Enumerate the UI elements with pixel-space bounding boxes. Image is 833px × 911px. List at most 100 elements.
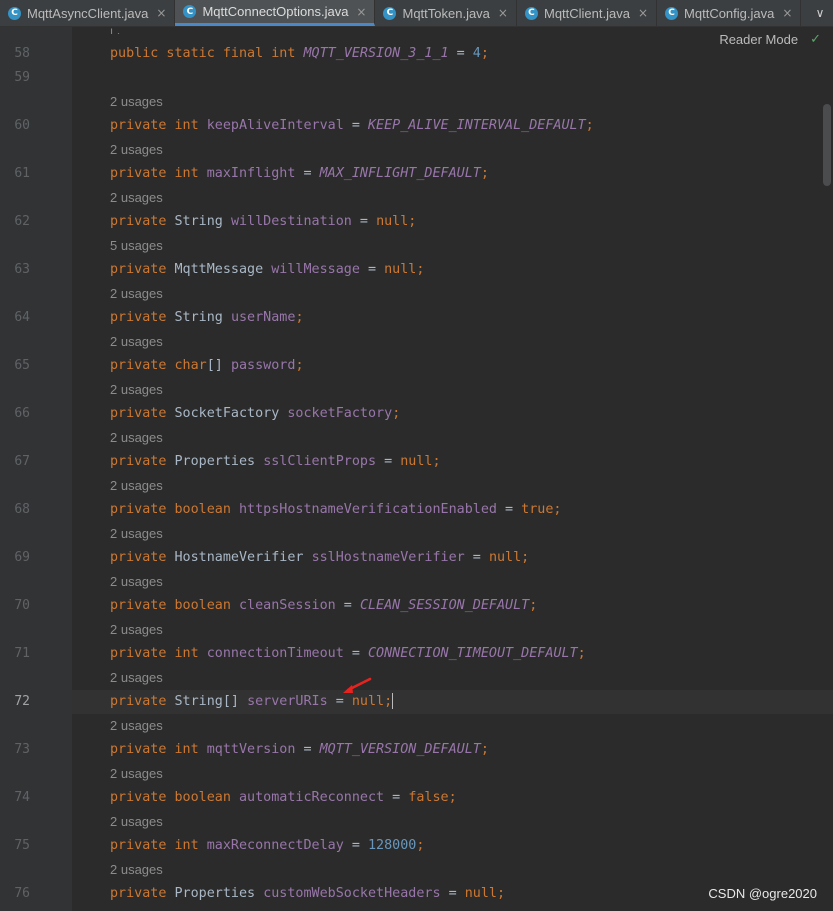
close-icon[interactable]: ×	[638, 6, 648, 20]
code-line[interactable]: private int maxReconnectDelay = 128000;	[110, 836, 424, 856]
line-number: 60	[14, 118, 30, 133]
code-line[interactable]: private HostnameVerifier sslHostnameVeri…	[110, 548, 529, 568]
code-line[interactable]: private int mqttVersion = MQTT_VERSION_D…	[110, 740, 489, 760]
code-line[interactable]: private char[] password;	[110, 356, 304, 376]
tab-mqttconfig[interactable]: C MqttConfig.java ×	[657, 0, 802, 26]
usages-hint[interactable]: 2 usages	[110, 668, 163, 688]
line-number: 62	[14, 214, 30, 229]
code-line[interactable]: private boolean httpsHostnameVerificatio…	[110, 500, 561, 520]
code-token: true;	[521, 502, 562, 517]
tab-mqttconnectoptions[interactable]: C MqttConnectOptions.java ×	[175, 0, 376, 26]
code-line[interactable]: private String willDestination = null;	[110, 212, 416, 232]
usages-hint[interactable]: 2 usages	[110, 572, 163, 592]
line-number: 65	[14, 358, 30, 373]
code-token: =	[295, 166, 320, 181]
code-token: =	[496, 502, 522, 517]
code-token: MAX_INFLIGHT_DEFAULT	[319, 166, 481, 181]
code-token: private char	[110, 358, 207, 373]
code-token: private int	[110, 742, 207, 757]
tab-label: MqttClient.java	[543, 5, 630, 21]
code-line[interactable]: private boolean cleanSession = CLEAN_SES…	[110, 596, 537, 616]
code-token: String	[174, 214, 231, 229]
code-token: private	[110, 694, 175, 709]
code-token: 4	[472, 46, 481, 61]
editor-tab-bar: C MqttAsyncClient.java × C MqttConnectOption…	[0, 0, 833, 27]
code-token: =	[343, 838, 368, 853]
check-icon: ✓	[810, 32, 821, 47]
close-icon[interactable]: ×	[782, 6, 792, 20]
code-token: sslHostnameVerifier	[311, 550, 465, 565]
code-line[interactable]: private int maxInflight = MAX_INFLIGHT_D…	[110, 164, 489, 184]
close-icon[interactable]: ×	[356, 5, 366, 19]
code-token: ;	[480, 46, 489, 61]
tab-mqttclient[interactable]: C MqttClient.java ×	[517, 0, 658, 26]
usages-hint[interactable]: 2 usages	[110, 860, 163, 880]
code-token: private	[110, 262, 175, 277]
tab-label: MqttAsyncClient.java	[27, 5, 149, 21]
usages-hint[interactable]: 2 usages	[110, 380, 163, 400]
vertical-scrollbar-thumb[interactable]	[823, 104, 831, 186]
usages-hint[interactable]: 2 usages	[110, 188, 163, 208]
code-token: userName	[230, 310, 296, 325]
code-token: automaticReconnect	[239, 790, 385, 805]
usages-hint[interactable]: 2 usages	[110, 764, 163, 784]
reader-mode-toggle[interactable]: Reader Mode ✓	[719, 32, 821, 47]
code-token: HostnameVerifier	[174, 550, 312, 565]
usages-hint[interactable]: 2 usages	[110, 476, 163, 496]
close-icon[interactable]: ×	[156, 6, 166, 20]
code-token: ;	[480, 166, 489, 181]
code-token: private boolean	[110, 790, 239, 805]
code-token: ;	[529, 598, 538, 613]
usages-hint[interactable]: 2 usages	[110, 284, 163, 304]
chevron-down-icon[interactable]: ∨	[807, 0, 833, 26]
tab-mqtttoken[interactable]: C MqttToken.java ×	[375, 0, 517, 26]
usages-hint[interactable]: 2 usages	[110, 716, 163, 736]
code-token: null;	[488, 550, 530, 565]
code-line[interactable]: private SocketFactory socketFactory;	[110, 404, 400, 424]
usages-hint[interactable]: 2 usages	[110, 812, 163, 832]
close-icon[interactable]: ×	[498, 6, 508, 20]
code-token: httpsHostnameVerificationEnabled	[239, 502, 497, 517]
code-token: private	[110, 214, 175, 229]
code-token: private	[110, 310, 175, 325]
usages-hint[interactable]: 2 usages	[110, 620, 163, 640]
code-line[interactable]: private int keepAliveInterval = KEEP_ALI…	[110, 116, 594, 136]
usages-hint[interactable]: 2 usages	[110, 524, 163, 544]
line-number: 59	[14, 70, 30, 85]
line-number: 75	[14, 838, 30, 853]
line-number: 69	[14, 550, 30, 565]
code-token: =	[351, 214, 377, 229]
code-token: customWebSocketHeaders	[263, 886, 441, 901]
code-line[interactable]: private Properties customWebSocketHeader…	[110, 884, 505, 904]
code-line[interactable]: private int connectionTimeout = CONNECTI…	[110, 644, 586, 664]
code-line[interactable]: private Properties sslClientProps = null…	[110, 452, 441, 472]
code-token: private int	[110, 838, 207, 853]
code-token: private boolean	[110, 598, 239, 613]
code-token: =	[376, 454, 401, 469]
usages-hint[interactable]: 2 usages	[110, 332, 163, 352]
code-token: willMessage	[271, 262, 360, 277]
code-token: private	[110, 550, 175, 565]
tab-label: MqttToken.java	[402, 5, 490, 21]
line-number: 73	[14, 742, 30, 757]
code-line[interactable]: public static final int MQTT_VERSION_3_1…	[110, 44, 489, 64]
usages-hint[interactable]: 2 usages	[110, 140, 163, 160]
code-token: ;	[585, 118, 594, 133]
line-number: 58	[14, 46, 30, 61]
code-line[interactable]: private boolean automaticReconnect = fal…	[110, 788, 457, 808]
code-token: willDestination	[230, 214, 352, 229]
reader-mode-label[interactable]: Reader Mode	[719, 32, 798, 47]
code-token: null;	[384, 262, 425, 277]
usages-hint[interactable]: 2 usages	[110, 428, 163, 448]
code-line[interactable]: private MqttMessage willMessage = null;	[110, 260, 424, 280]
partial-usage-hint: | ·	[110, 26, 121, 34]
usages-hint[interactable]: 5 usages	[110, 236, 163, 256]
code-line[interactable]: private String userName;	[110, 308, 304, 328]
code-token: KEEP_ALIVE_INTERVAL_DEFAULT	[368, 118, 586, 133]
code-token: private	[110, 406, 175, 421]
red-arrow-icon	[343, 677, 372, 693]
usages-hint[interactable]: 2 usages	[110, 92, 163, 112]
class-icon: C	[524, 6, 538, 20]
code-token: public static final int	[110, 46, 304, 61]
tab-mqttasyncclient[interactable]: C MqttAsyncClient.java ×	[0, 0, 176, 26]
